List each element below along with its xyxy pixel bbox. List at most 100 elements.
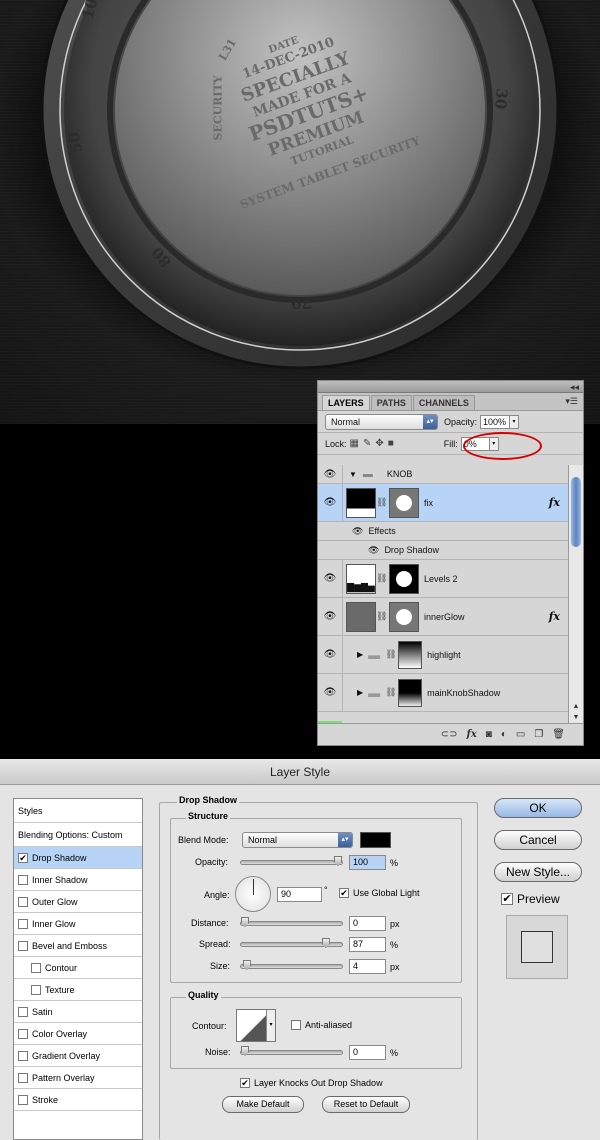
fx-icon[interactable]: fx [549, 610, 560, 623]
chevron-down-icon[interactable]: ▾ [509, 414, 520, 429]
eye-icon[interactable]: 👁 [318, 674, 343, 711]
opacity-field[interactable]: 100% ▾ [480, 414, 520, 429]
tab-layers[interactable]: LAYERS [322, 395, 370, 410]
size-input[interactable]: 4 [349, 959, 386, 974]
spread-slider[interactable] [240, 938, 343, 948]
checkbox[interactable] [18, 1072, 28, 1083]
style-item-texture[interactable]: Texture [14, 979, 142, 1001]
style-item-gradient-overlay[interactable]: Gradient Overlay [14, 1045, 142, 1067]
triangle-closed-icon[interactable]: ▶ [357, 650, 363, 659]
layer-row-levels[interactable]: 👁 ▇▆▇▅ ⛓ Levels 2 [318, 560, 568, 598]
eye-icon[interactable]: 👁 [318, 484, 343, 521]
checkbox[interactable] [18, 940, 28, 951]
ok-button[interactable]: OK [494, 798, 582, 818]
eye-icon[interactable]: 👁 [368, 545, 379, 556]
double-arrow-icon[interactable]: ◂◂ [570, 381, 579, 393]
style-item-outer-glow[interactable]: Outer Glow [14, 891, 142, 913]
chevron-down-icon[interactable]: ▾ [266, 1010, 275, 1041]
new-style-button[interactable]: New Style... [494, 862, 582, 882]
layer-row-mainknobshadow[interactable]: 👁 ▶ ▬ ⛓ mainKnobShadow [318, 674, 568, 712]
anti-aliased[interactable]: Anti-aliased [291, 1020, 352, 1030]
opacity-input[interactable]: 100 [349, 855, 386, 870]
fx-icon[interactable]: fx [467, 729, 477, 740]
fx-icon[interactable]: fx [549, 496, 560, 509]
lock-brush-icon[interactable]: ✎ [363, 438, 371, 449]
panel-menu-icon[interactable]: ▾☰ [565, 396, 578, 407]
layer-row-fix[interactable]: 👁 ⛓ fix fx ▲ [318, 484, 568, 522]
angle-dial[interactable] [235, 876, 271, 912]
lock-transparent-icon[interactable]: ▦ [350, 438, 359, 449]
layer-row-innerglow[interactable]: 👁 ⛓ innerGlow fx ▼ [318, 598, 568, 636]
style-item-contour[interactable]: Contour [14, 957, 142, 979]
tab-paths[interactable]: PATHS [370, 395, 412, 410]
mask-icon[interactable]: ◙ [486, 729, 492, 740]
lock-move-icon[interactable]: ✥ [375, 438, 383, 449]
layers-scrollbar[interactable]: ▲ ▼ [568, 465, 583, 723]
eye-icon[interactable]: 👁 [318, 560, 343, 597]
layer-row-drop-shadow[interactable]: 👁 Drop Shadow [318, 541, 568, 560]
opacity-slider[interactable] [240, 856, 343, 866]
checkbox[interactable] [291, 1020, 301, 1030]
distance-input[interactable]: 0 [349, 916, 386, 931]
spread-input[interactable]: 87 [349, 937, 386, 952]
style-item-color-overlay[interactable]: Color Overlay [14, 1023, 142, 1045]
slider-knob[interactable] [334, 856, 342, 866]
checkbox[interactable]: ✔ [240, 1078, 250, 1088]
link-icon[interactable]: ⊂⊃ [441, 729, 458, 740]
checkbox[interactable] [18, 1094, 28, 1105]
checkbox[interactable] [18, 1006, 28, 1017]
styles-header[interactable]: Styles [14, 799, 142, 823]
new-group-icon[interactable]: ▭ [516, 729, 525, 740]
make-default-button[interactable]: Make Default [222, 1096, 304, 1113]
lock-all-icon[interactable]: ■ [388, 438, 394, 449]
noise-input[interactable]: 0 [349, 1045, 386, 1060]
checkbox[interactable] [18, 896, 28, 907]
slider-knob[interactable] [321, 938, 330, 948]
layer-knocks-out[interactable]: ✔ Layer Knocks Out Drop Shadow [240, 1078, 383, 1088]
scroll-down-icon[interactable]: ▼ [569, 712, 583, 723]
style-item-satin[interactable]: Satin [14, 1001, 142, 1023]
checkbox[interactable]: ✔ [18, 852, 28, 863]
ds-blend-mode-select[interactable]: Normal ▴▾ [242, 832, 353, 848]
eye-icon[interactable]: 👁 [318, 598, 343, 635]
eye-icon[interactable]: 👁 [352, 526, 363, 537]
checkbox[interactable]: ✔ [339, 888, 349, 898]
style-item-drop-shadow[interactable]: ✔ Drop Shadow [14, 847, 142, 869]
checkbox[interactable] [31, 984, 41, 995]
checkbox[interactable] [18, 874, 28, 885]
blend-mode-select[interactable]: Normal ▴▾ [325, 413, 438, 430]
checkbox[interactable] [18, 1028, 28, 1039]
cancel-button[interactable]: Cancel [494, 830, 582, 850]
style-item-bevel-emboss[interactable]: Bevel and Emboss [14, 935, 142, 957]
preview-checkbox[interactable]: ✔ Preview [501, 892, 560, 906]
scrollbar-thumb[interactable] [571, 477, 581, 547]
style-item-inner-shadow[interactable]: Inner Shadow [14, 869, 142, 891]
trash-icon[interactable]: 🗑 [552, 729, 565, 740]
distance-slider[interactable] [240, 917, 343, 927]
scroll-up-icon[interactable]: ▲ [569, 701, 583, 712]
checkbox[interactable] [18, 1050, 28, 1061]
shadow-color-swatch[interactable] [360, 832, 391, 848]
slider-knob[interactable] [241, 1046, 249, 1056]
blending-options[interactable]: Blending Options: Custom [14, 823, 142, 847]
slider-knob[interactable] [242, 960, 251, 970]
reset-to-default-button[interactable]: Reset to Default [322, 1096, 410, 1113]
panel-titlebar[interactable]: ◂◂ [318, 381, 583, 393]
angle-input[interactable]: 90 [277, 887, 322, 902]
layer-row-group-knob[interactable]: 👁 ▼ ▬ KNOB [318, 465, 568, 484]
eye-icon[interactable]: 👁 [318, 636, 343, 673]
checkbox[interactable]: ✔ [501, 893, 513, 905]
slider-knob[interactable] [241, 917, 249, 927]
checkbox[interactable] [18, 918, 28, 929]
style-item-pattern-overlay[interactable]: Pattern Overlay [14, 1067, 142, 1089]
style-item-stroke[interactable]: Stroke [14, 1089, 142, 1111]
use-global-light[interactable]: ✔ Use Global Light [339, 888, 420, 898]
tab-channels[interactable]: CHANNELS [412, 395, 475, 410]
size-slider[interactable] [240, 960, 343, 970]
layer-row-highlight[interactable]: 👁 ▶ ▬ ⛓ highlight [318, 636, 568, 674]
checkbox[interactable] [31, 962, 41, 973]
triangle-open-icon[interactable]: ▼ [349, 470, 357, 479]
layer-row-effects[interactable]: 👁 Effects [318, 522, 568, 541]
contour-preview[interactable]: ▾ [236, 1009, 276, 1042]
new-layer-icon[interactable]: ❐ [534, 729, 543, 740]
